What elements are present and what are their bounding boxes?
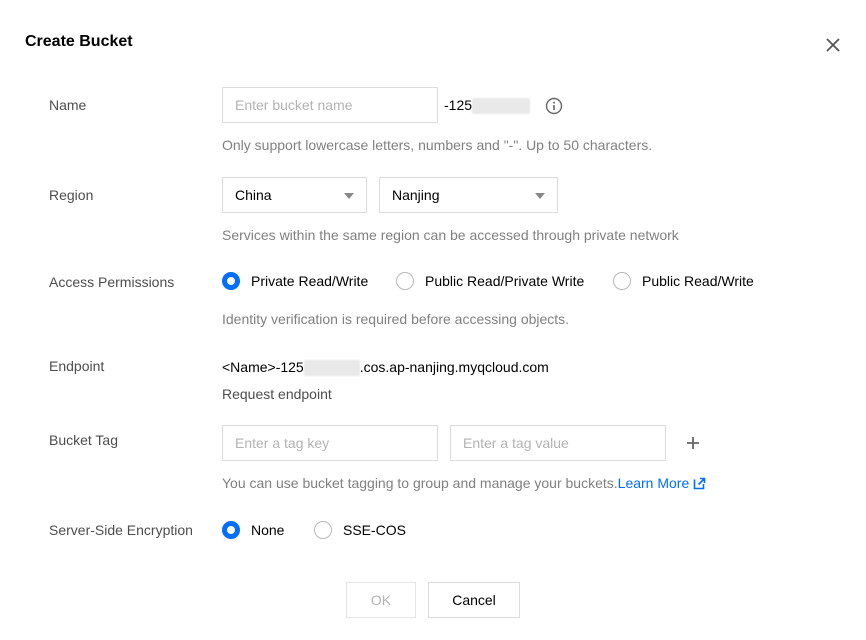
region-country-value: China bbox=[235, 187, 272, 203]
region-help: Services within the same region can be a… bbox=[222, 227, 679, 243]
external-link-icon[interactable] bbox=[693, 477, 706, 490]
learn-more-link[interactable]: Learn More bbox=[618, 475, 690, 491]
tag-help: You can use bucket tagging to group and … bbox=[222, 475, 706, 491]
tag-help-text: You can use bucket tagging to group and … bbox=[222, 475, 618, 491]
endpoint-value: <Name>-125 .cos.ap-nanjing.myqcloud.com bbox=[222, 359, 549, 377]
radio-encryption-none[interactable]: None bbox=[222, 521, 284, 539]
radio-circle bbox=[314, 521, 332, 539]
name-suffix: -125 bbox=[444, 97, 531, 115]
tag-value-input[interactable] bbox=[450, 425, 666, 461]
chevron-down-icon bbox=[535, 193, 545, 199]
radio-circle bbox=[222, 521, 240, 539]
access-label: Access Permissions bbox=[49, 274, 175, 290]
info-icon[interactable] bbox=[545, 97, 563, 115]
masked-appid bbox=[303, 360, 360, 377]
endpoint-suffix: .cos.ap-nanjing.myqcloud.com bbox=[359, 359, 549, 375]
endpoint-label: Endpoint bbox=[49, 358, 105, 374]
radio-encryption-sse-cos[interactable]: SSE-COS bbox=[314, 521, 406, 539]
create-bucket-dialog: Create Bucket Name -125 Only support low… bbox=[0, 0, 866, 640]
radio-label: None bbox=[251, 522, 285, 538]
access-help: Identity verification is required before… bbox=[222, 311, 570, 327]
radio-label: Public Read/Write bbox=[642, 273, 754, 289]
bucket-tag-label: Bucket Tag bbox=[49, 432, 119, 448]
plus-icon[interactable] bbox=[684, 434, 702, 452]
request-endpoint-link[interactable]: Request endpoint bbox=[222, 386, 332, 402]
radio-label: Private Read/Write bbox=[251, 273, 369, 289]
radio-circle bbox=[222, 272, 240, 290]
region-label: Region bbox=[49, 187, 94, 203]
encryption-label: Server-Side Encryption bbox=[49, 522, 193, 538]
radio-public-read-write[interactable]: Public Read/Write bbox=[613, 272, 754, 290]
chevron-down-icon bbox=[344, 193, 354, 199]
appid-prefix: -125 bbox=[444, 97, 473, 113]
radio-circle bbox=[613, 272, 631, 290]
ok-button[interactable]: OK bbox=[346, 582, 416, 618]
radio-private-read-write[interactable]: Private Read/Write bbox=[222, 272, 368, 290]
radio-public-read-private-write[interactable]: Public Read/Private Write bbox=[396, 272, 584, 290]
radio-label: Public Read/Private Write bbox=[425, 273, 585, 289]
region-country-select[interactable]: China bbox=[222, 177, 367, 213]
bucket-name-input[interactable] bbox=[222, 87, 438, 123]
masked-appid bbox=[472, 98, 531, 115]
radio-circle bbox=[396, 272, 414, 290]
dialog-title: Create Bucket bbox=[25, 33, 133, 50]
tag-key-input[interactable] bbox=[222, 425, 438, 461]
name-help: Only support lowercase letters, numbers … bbox=[222, 137, 653, 153]
cancel-button[interactable]: Cancel bbox=[428, 582, 520, 618]
name-label: Name bbox=[49, 97, 87, 113]
endpoint-prefix: <Name>-125 bbox=[222, 359, 304, 375]
close-icon[interactable] bbox=[824, 36, 842, 54]
region-city-select[interactable]: Nanjing bbox=[379, 177, 558, 213]
region-city-value: Nanjing bbox=[392, 187, 440, 203]
radio-label: SSE-COS bbox=[343, 522, 407, 538]
